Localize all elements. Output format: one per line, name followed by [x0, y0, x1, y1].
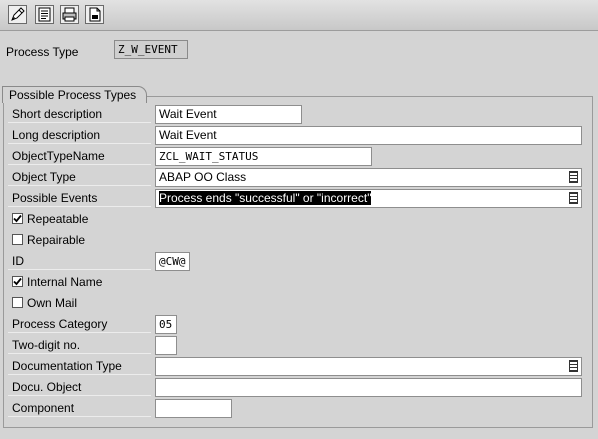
process-category-input[interactable]: 05	[155, 315, 177, 334]
internal-name-checkbox-row[interactable]: Internal Name	[12, 274, 102, 291]
two-digit-no-input[interactable]	[155, 336, 177, 355]
long-description-label: Long description	[8, 127, 151, 144]
internal-name-label: Internal Name	[27, 275, 103, 289]
docu-object-input[interactable]	[155, 378, 582, 397]
short-description-input[interactable]: Wait Event	[155, 105, 302, 124]
component-input[interactable]	[155, 399, 232, 418]
documentation-type-dropdown[interactable]	[155, 357, 582, 376]
process-type-field: Z_W_EVENT	[114, 40, 188, 59]
repeatable-checkbox[interactable]	[12, 213, 23, 224]
dropdown-list-icon[interactable]	[569, 360, 578, 372]
object-type-label: Object Type	[8, 169, 151, 186]
object-type-name-label: ObjectTypeName	[8, 148, 151, 165]
own-mail-checkbox-row[interactable]: Own Mail	[12, 295, 77, 312]
possible-events-value: Process ends "successful" or "incorrect"	[159, 191, 372, 205]
component-label: Component	[8, 400, 151, 417]
possible-events-dropdown[interactable]: Process ends "successful" or "incorrect"	[155, 189, 582, 208]
documentation-type-label: Documentation Type	[8, 358, 151, 375]
docu-object-label: Docu. Object	[8, 379, 151, 396]
print-icon[interactable]	[60, 5, 79, 24]
process-category-label: Process Category	[8, 316, 151, 333]
application-toolbar	[0, 0, 598, 31]
repairable-label: Repairable	[27, 233, 86, 247]
id-input[interactable]: @CW@	[155, 252, 190, 271]
repairable-checkbox-row[interactable]: Repairable	[12, 232, 85, 249]
display-list-icon[interactable]	[35, 5, 54, 24]
dropdown-list-icon[interactable]	[569, 192, 578, 204]
id-label: ID	[8, 253, 151, 270]
repeatable-checkbox-row[interactable]: Repeatable	[12, 211, 88, 228]
own-mail-label: Own Mail	[27, 296, 78, 310]
long-description-input[interactable]: Wait Event	[155, 126, 582, 145]
own-mail-checkbox[interactable]	[12, 297, 23, 308]
dropdown-list-icon[interactable]	[569, 171, 578, 183]
internal-name-checkbox[interactable]	[12, 276, 23, 287]
possible-events-label: Possible Events	[8, 190, 151, 207]
group-title: Possible Process Types	[2, 86, 148, 103]
object-type-name-input[interactable]: ZCL_WAIT_STATUS	[155, 147, 372, 166]
two-digit-no-label: Two-digit no.	[8, 337, 151, 354]
repeatable-label: Repeatable	[27, 212, 89, 226]
object-type-dropdown[interactable]: ABAP OO Class	[155, 168, 582, 187]
document-save-icon[interactable]	[85, 5, 104, 24]
process-type-label: Process Type	[6, 45, 79, 59]
object-type-value: ABAP OO Class	[159, 170, 247, 184]
short-description-label: Short description	[8, 106, 151, 123]
repairable-checkbox[interactable]	[12, 234, 23, 245]
edit-pencil-icon[interactable]	[8, 5, 27, 24]
